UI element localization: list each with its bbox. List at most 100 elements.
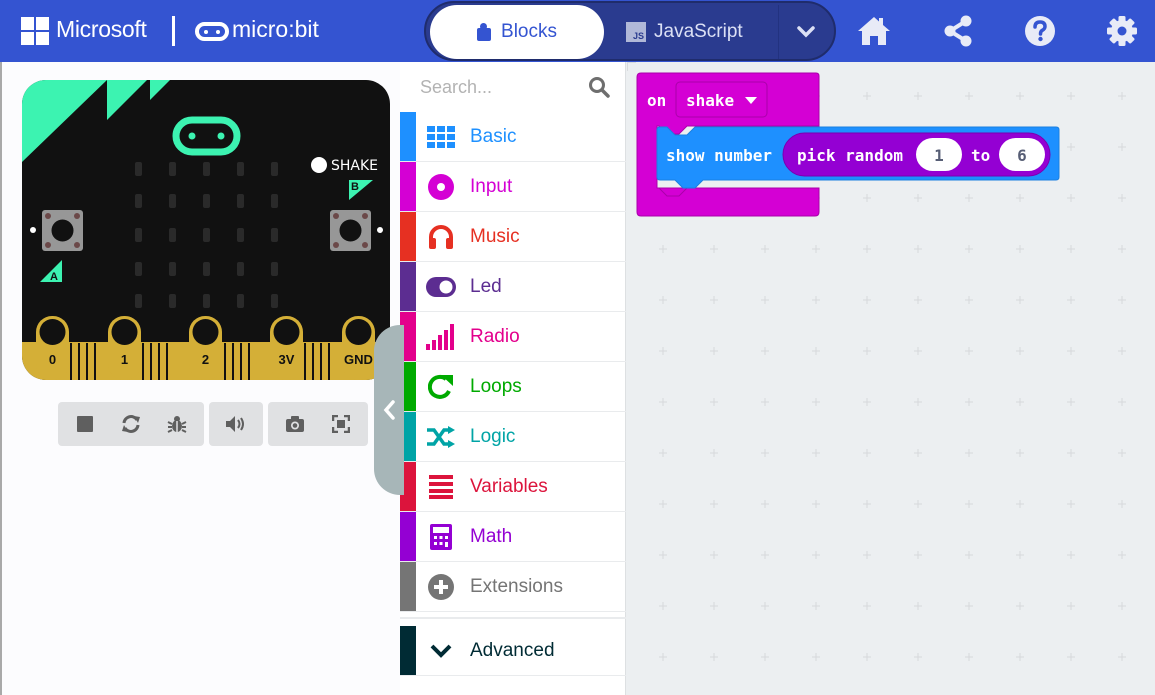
pick-random-block[interactable]: pick random 1 to 6 — [782, 132, 1051, 177]
puzzle-icon — [477, 23, 492, 41]
toolbox-search — [400, 62, 626, 112]
category-color-bar — [400, 262, 416, 311]
restart-icon — [122, 415, 140, 433]
button-a[interactable] — [42, 210, 83, 251]
microsoft-logo-icon — [21, 17, 49, 45]
fullscreen-button[interactable] — [318, 402, 364, 446]
toolbox-separator — [400, 617, 626, 619]
event-dropdown[interactable]: shake — [675, 81, 768, 118]
js-icon: JS — [626, 22, 646, 42]
tab-javascript[interactable]: JS JavaScript — [626, 5, 766, 59]
loop-arrow-icon — [426, 374, 456, 400]
signal-bars-icon — [426, 324, 456, 350]
tab-blocks-label: Blocks — [501, 21, 557, 42]
search-input[interactable] — [420, 74, 580, 100]
collapse-simulator-button[interactable] — [374, 325, 404, 495]
headphones-icon — [426, 224, 456, 250]
random-max-input[interactable]: 6 — [999, 138, 1045, 171]
category-variables[interactable]: Variables — [400, 462, 626, 512]
shake-button[interactable]: SHAKE — [311, 157, 378, 174]
category-label: Led — [470, 276, 502, 297]
button-b[interactable] — [330, 210, 371, 251]
settings-button[interactable] — [1104, 13, 1140, 49]
pin-gnd[interactable]: GND — [342, 316, 375, 380]
microbit-logo-icon — [195, 22, 229, 41]
category-color-bar — [400, 112, 416, 161]
pin-2-label: 2 — [202, 352, 209, 367]
category-extensions[interactable]: Extensions — [400, 562, 626, 612]
chevron-down-icon — [796, 26, 815, 38]
pin-2[interactable]: 2 — [189, 316, 222, 380]
category-logic[interactable]: Logic — [400, 412, 626, 462]
pin-3v[interactable]: 3V — [270, 316, 303, 380]
category-basic[interactable]: Basic — [400, 112, 626, 162]
mute-button[interactable] — [213, 402, 259, 446]
shake-icon — [311, 157, 327, 173]
pin-1[interactable]: 1 — [108, 316, 141, 380]
chevron-left-icon — [383, 400, 395, 420]
event-keyword: on — [647, 91, 666, 110]
pin-0[interactable]: 0 — [36, 316, 69, 380]
pick-random-label: pick random — [797, 146, 903, 165]
random-min-value: 1 — [934, 146, 944, 165]
top-header: Microsoft micro:bit Blocks JS JavaScript — [0, 0, 1155, 62]
random-max-value: 6 — [1017, 146, 1027, 165]
random-min-input[interactable]: 1 — [916, 138, 962, 171]
microbit-board[interactable]: SHAKE B A 0 1 2 3V GND — [22, 80, 390, 380]
settings-icon — [1107, 16, 1137, 46]
debug-button[interactable] — [154, 402, 200, 446]
header-divider — [172, 16, 175, 46]
restart-button[interactable] — [108, 402, 154, 446]
pin-0-label: 0 — [49, 352, 56, 367]
category-label: Variables — [470, 476, 548, 497]
screenshot-button[interactable] — [272, 402, 318, 446]
stop-button[interactable] — [62, 402, 108, 446]
share-button[interactable] — [940, 13, 976, 49]
category-radio[interactable]: Radio — [400, 312, 626, 362]
help-button[interactable] — [1022, 13, 1058, 49]
toolbox: Basic Input Music Led Radio Loops Logic … — [400, 62, 626, 695]
category-color-bar — [400, 162, 416, 211]
category-label: Radio — [470, 326, 520, 347]
category-label: Music — [470, 226, 520, 247]
toggle-icon — [426, 274, 456, 300]
category-math[interactable]: Math — [400, 512, 626, 562]
input-target-icon — [426, 174, 456, 200]
share-icon — [944, 15, 972, 47]
to-label: to — [971, 146, 990, 165]
lines-icon — [426, 474, 456, 500]
editor-dropdown-button[interactable] — [778, 5, 832, 59]
category-music[interactable]: Music — [400, 212, 626, 262]
pin-1-label: 1 — [121, 352, 128, 367]
help-icon — [1025, 16, 1055, 46]
category-label: Extensions — [470, 576, 563, 597]
plus-circle-icon — [426, 574, 456, 600]
button-a-label: A — [50, 271, 58, 283]
category-loops[interactable]: Loops — [400, 362, 626, 412]
category-label: Basic — [470, 126, 517, 147]
home-icon — [858, 17, 890, 45]
blocks-workspace[interactable]: on shake show number pick random 1 to 6 — [627, 62, 1155, 695]
tab-javascript-label: JavaScript — [654, 21, 743, 42]
code-blocks: on shake show number pick random 1 to 6 — [636, 72, 1060, 217]
chevron-down-icon — [426, 638, 456, 664]
simulator-panel: SHAKE B A 0 1 2 3V GND — [0, 62, 400, 695]
microbit-brand[interactable]: micro:bit — [232, 16, 319, 43]
category-input[interactable]: Input — [400, 162, 626, 212]
category-advanced[interactable]: Advanced — [400, 626, 626, 676]
grid-icon — [426, 124, 456, 150]
home-button[interactable] — [856, 13, 892, 49]
debug-icon — [167, 416, 187, 433]
tab-blocks[interactable]: Blocks — [430, 5, 604, 59]
category-color-bar — [400, 212, 416, 261]
sound-icon — [226, 416, 244, 432]
stop-icon — [77, 416, 93, 432]
event-dropdown-value: shake — [686, 91, 734, 110]
category-led[interactable]: Led — [400, 262, 626, 312]
screenshot-icon — [286, 416, 304, 432]
shake-label: SHAKE — [331, 158, 378, 174]
fullscreen-icon — [332, 415, 350, 433]
shuffle-icon — [426, 424, 456, 450]
search-icon[interactable] — [588, 76, 610, 98]
calculator-icon — [426, 524, 456, 550]
